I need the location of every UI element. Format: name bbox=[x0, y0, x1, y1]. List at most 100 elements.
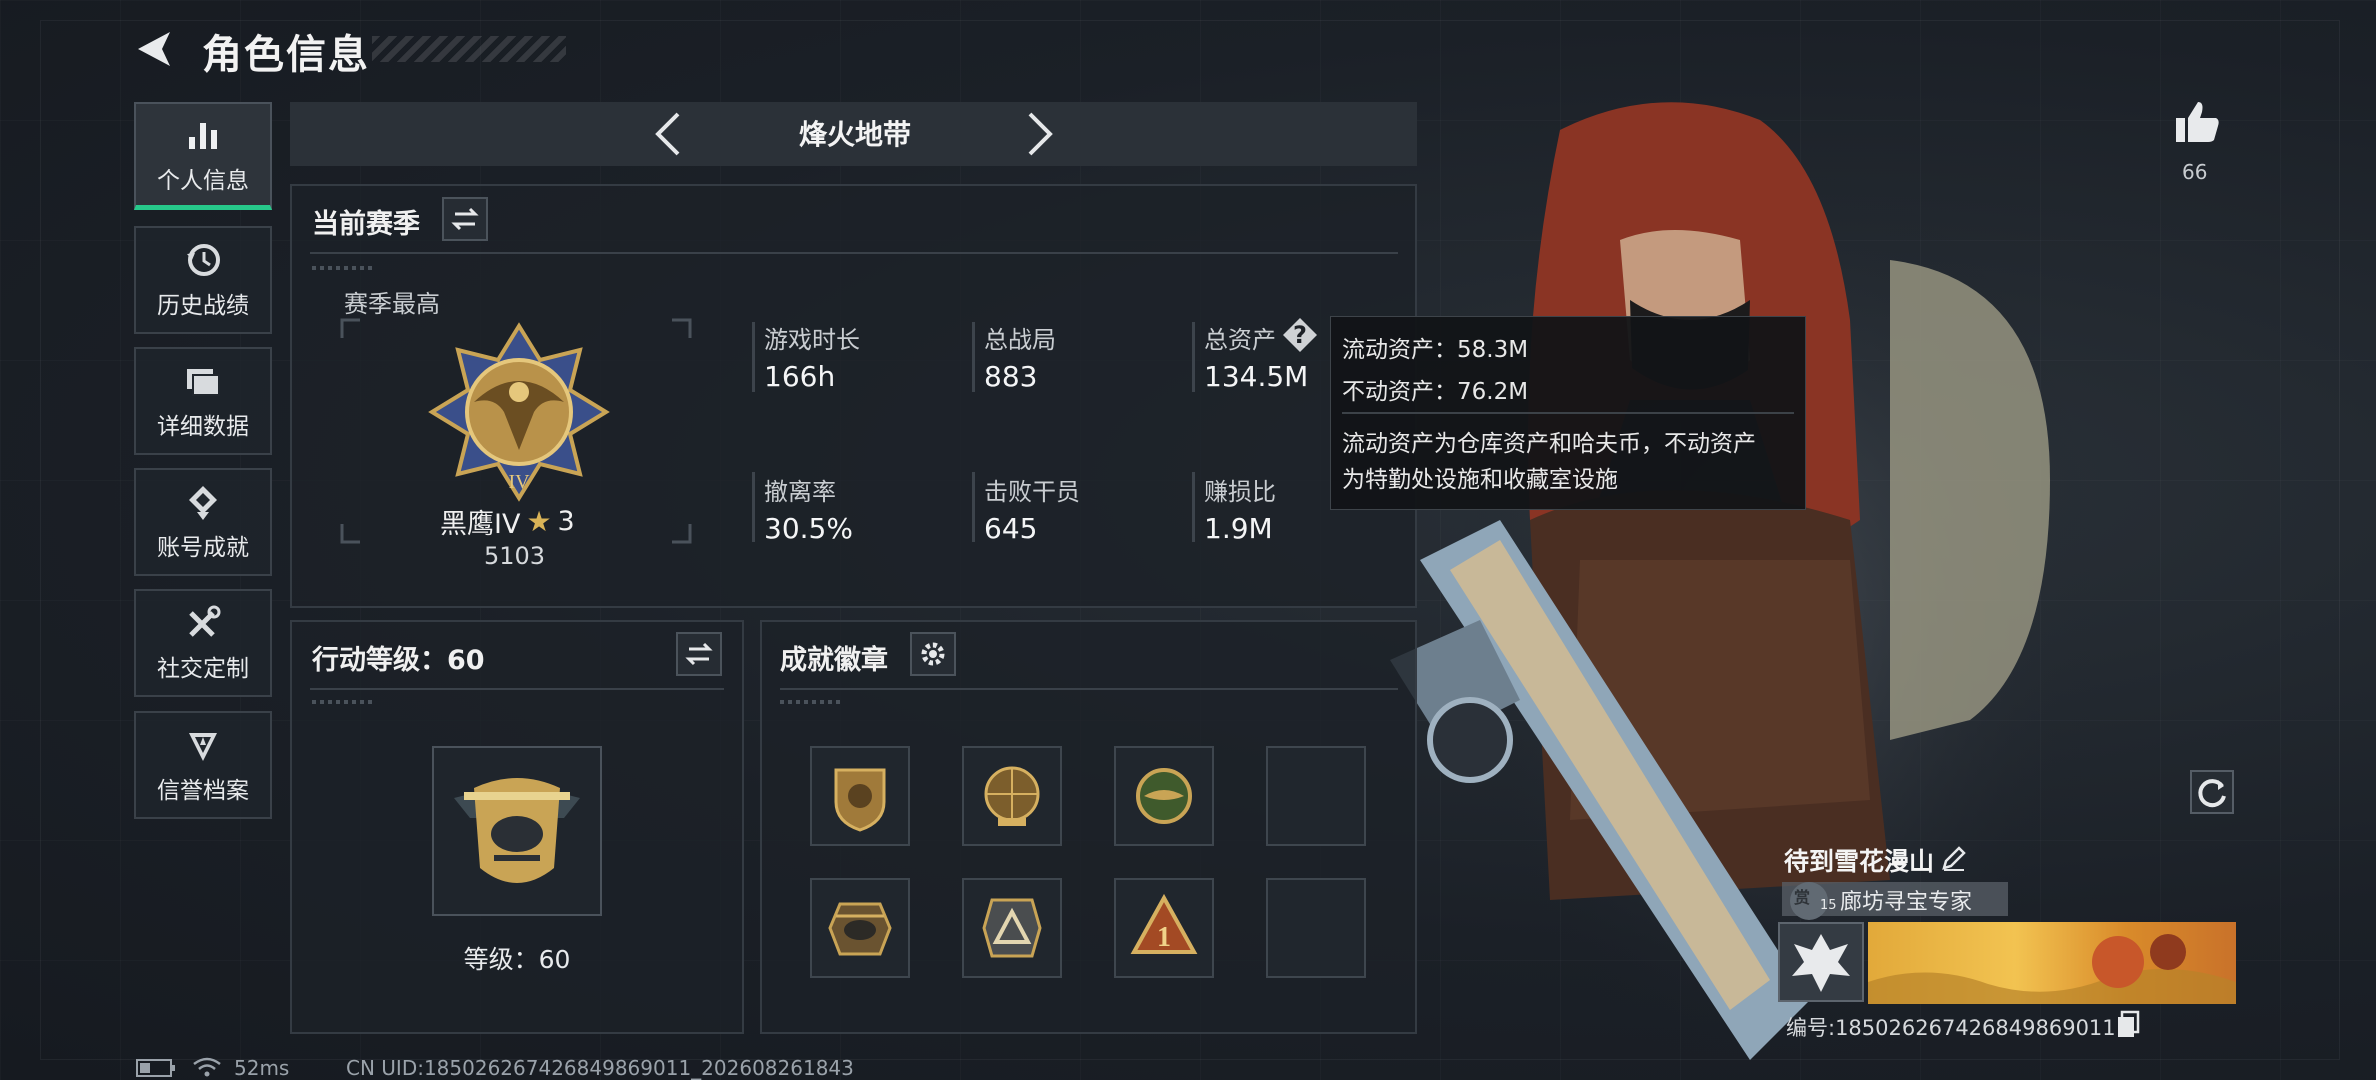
sidebar-item-personal-info[interactable]: 个人信息 bbox=[134, 102, 272, 210]
edit-pencil-icon[interactable] bbox=[1940, 844, 1968, 872]
uid-text: CN UID:185026267426849869011_20260826184… bbox=[346, 1056, 854, 1080]
refresh-icon bbox=[2198, 779, 2226, 808]
stat-value: 645 bbox=[984, 512, 1038, 545]
triangle-badge-icon bbox=[982, 898, 1042, 958]
sidebar-item-label: 账号成就 bbox=[157, 535, 249, 561]
eagle-emblem-icon bbox=[1792, 934, 1850, 992]
season-switch-button[interactable] bbox=[442, 197, 488, 241]
rank-emblem-icon: IV bbox=[428, 322, 610, 502]
achievement-badge-slot[interactable] bbox=[1114, 746, 1214, 846]
lion-shield-badge-icon bbox=[834, 768, 886, 832]
page-title: 角色信息 bbox=[202, 32, 370, 78]
achievement-badge-slot[interactable] bbox=[810, 878, 910, 978]
action-level-text: 等级：60 bbox=[463, 945, 571, 974]
helicopter-badge-icon bbox=[828, 902, 892, 956]
dotted-decoration bbox=[312, 700, 372, 704]
season-best-label: 赛季最高 bbox=[344, 290, 440, 318]
wifi-icon bbox=[193, 1057, 221, 1077]
achievement-badge-slot[interactable] bbox=[962, 746, 1062, 846]
stat-value: 1.9M bbox=[1204, 512, 1273, 545]
stat-label: 游戏时长 bbox=[764, 326, 860, 354]
stat-value: 166h bbox=[764, 360, 836, 393]
battery-icon bbox=[136, 1059, 175, 1077]
sidebar-item-achievements[interactable]: 账号成就 bbox=[134, 468, 272, 576]
dotted-decoration bbox=[312, 266, 372, 270]
account-id: 编号:185026267426849869011 bbox=[1786, 1016, 2116, 1040]
title-stripes-decoration bbox=[372, 36, 566, 62]
achievements-settings-button[interactable] bbox=[910, 632, 956, 676]
reputation-shield-icon bbox=[189, 733, 217, 761]
swap-arrows-icon bbox=[451, 207, 479, 231]
bar-chart-icon bbox=[189, 122, 217, 149]
sidebar-item-label: 个人信息 bbox=[157, 167, 249, 194]
crocodile-badge-icon bbox=[1136, 768, 1192, 824]
sidebar-item-reputation[interactable]: 信誉档案 bbox=[134, 711, 272, 819]
stat-label: 撤离率 bbox=[764, 478, 836, 506]
sidebar-item-detail-data[interactable]: 详细数据 bbox=[134, 347, 272, 455]
chevron-left-icon[interactable] bbox=[650, 110, 686, 158]
stat-bar bbox=[752, 322, 755, 392]
title-tag-glyph: 赏 bbox=[1794, 888, 1811, 907]
player-name: 待到雪花漫山 bbox=[1784, 847, 1935, 876]
stat-label: 赚损比 bbox=[1204, 478, 1276, 506]
helicopter-level-badge-icon bbox=[454, 778, 580, 883]
copy-icon[interactable] bbox=[2116, 1010, 2140, 1038]
achievement-badge-slot[interactable] bbox=[962, 878, 1062, 978]
stat-bar bbox=[972, 472, 975, 542]
rank-score: 5103 bbox=[484, 542, 546, 570]
tooltip-liquid-assets: 流动资产：58.3M bbox=[1342, 337, 1529, 363]
tooltip-description-line-1: 流动资产为仓库资产和哈夫币，不动资产 bbox=[1342, 431, 1756, 457]
sidebar-item-history[interactable]: 历史战绩 bbox=[134, 226, 272, 334]
achievement-badge-slot[interactable]: 1 bbox=[1114, 878, 1214, 978]
dotted-decoration bbox=[780, 700, 840, 704]
stat-label: 总战局 bbox=[984, 326, 1056, 354]
folder-icon bbox=[187, 369, 220, 396]
banner-illustration bbox=[1868, 934, 2236, 1004]
rank-name: 黑鹰IV bbox=[440, 509, 521, 540]
refresh-button[interactable] bbox=[2190, 770, 2234, 814]
title-tag-level: 15 bbox=[1820, 898, 1837, 913]
stat-bar bbox=[752, 472, 755, 542]
action-level-divider bbox=[310, 688, 724, 690]
tooltip-fixed-assets: 不动资产：76.2M bbox=[1342, 379, 1529, 405]
achievement-badge-slot-empty[interactable] bbox=[1266, 878, 1366, 978]
achievement-medal-icon bbox=[189, 486, 217, 520]
back-arrow-icon[interactable] bbox=[132, 26, 178, 72]
sidebar-item-label: 详细数据 bbox=[157, 414, 249, 440]
rank-star-count: 3 bbox=[557, 506, 575, 537]
achievements-divider bbox=[780, 688, 1398, 690]
tooltip-description-line-2: 为特勤处设施和收藏室设施 bbox=[1342, 467, 1618, 493]
title-tag-text: 廊坊寻宝专家 bbox=[1840, 890, 1973, 915]
svg-text:1: 1 bbox=[1157, 922, 1171, 953]
profile-banner-image[interactable] bbox=[1868, 922, 2236, 1004]
gear-icon bbox=[921, 642, 945, 666]
stat-label: 击败干员 bbox=[984, 478, 1080, 506]
achievements-title: 成就徽章 bbox=[780, 645, 888, 676]
chevron-right-icon[interactable] bbox=[1022, 110, 1058, 158]
rank-name-row: 黑鹰IV ★ 3 bbox=[440, 502, 620, 541]
mode-title: 烽火地带 bbox=[798, 118, 911, 151]
swap-arrows-icon bbox=[685, 642, 713, 666]
stat-bar bbox=[972, 322, 975, 392]
svg-text:IV: IV bbox=[508, 471, 530, 493]
stat-value: 30.5% bbox=[764, 512, 853, 545]
sidebar-item-label: 历史战绩 bbox=[157, 293, 249, 319]
like-count: 66 bbox=[2182, 160, 2208, 184]
sidebar-item-label: 信誉档案 bbox=[157, 778, 249, 804]
sidebar-item-social-custom[interactable]: 社交定制 bbox=[134, 589, 272, 697]
thumbs-up-icon[interactable] bbox=[2172, 96, 2222, 146]
achievement-badge-slot-empty[interactable] bbox=[1266, 746, 1366, 846]
action-level-switch-button[interactable] bbox=[676, 632, 722, 676]
stat-bar bbox=[1192, 322, 1195, 392]
tooltip-divider bbox=[1342, 412, 1794, 414]
history-clock-icon bbox=[187, 244, 220, 276]
season-divider bbox=[310, 252, 1398, 254]
achievement-badge-slot[interactable] bbox=[810, 746, 910, 846]
rank-one-badge-icon: 1 bbox=[1130, 893, 1198, 954]
stat-label: 总资产 bbox=[1204, 326, 1276, 354]
profile-emblem[interactable] bbox=[1778, 922, 1864, 1002]
star-icon: ★ bbox=[526, 505, 552, 538]
season-title: 当前赛季 bbox=[312, 209, 420, 240]
sidebar-item-label: 社交定制 bbox=[157, 656, 249, 682]
stat-bar bbox=[1192, 472, 1195, 542]
